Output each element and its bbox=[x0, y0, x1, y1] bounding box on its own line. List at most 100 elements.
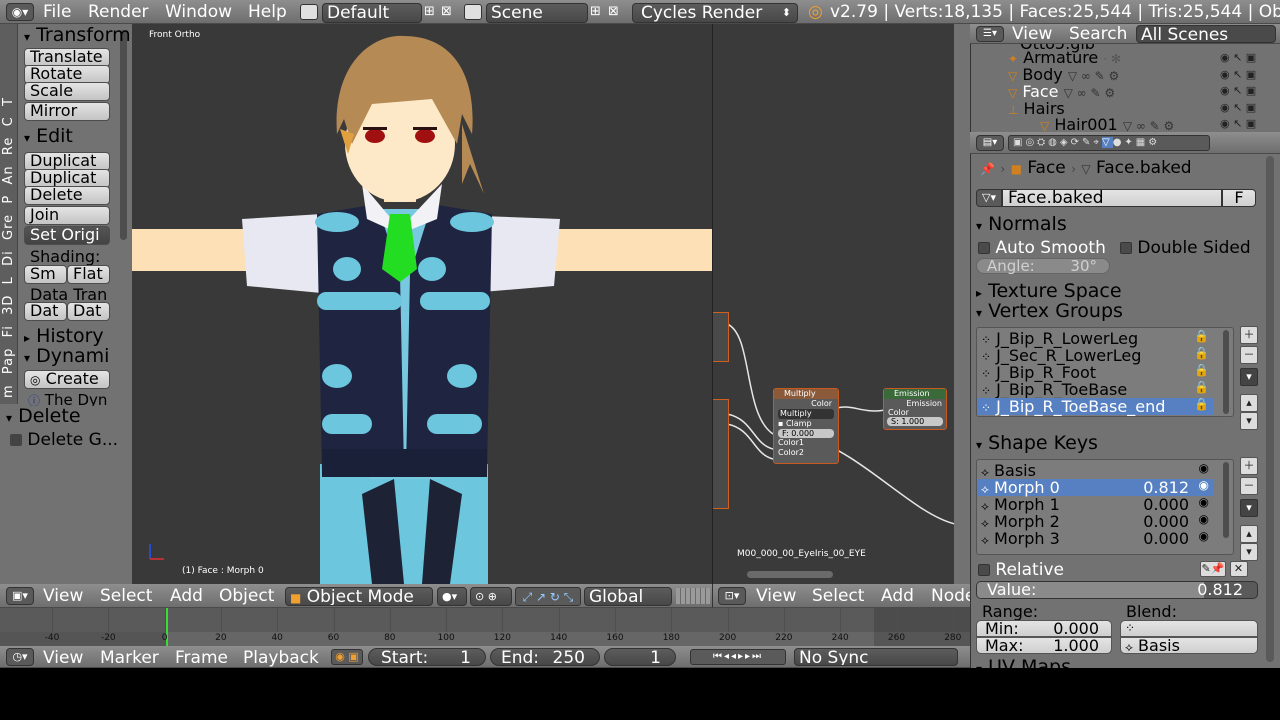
mute-toggle-icon[interactable]: ◉ bbox=[1199, 462, 1209, 474]
relative-checkbox[interactable]: Relative bbox=[978, 560, 1064, 580]
interaction-mode-selector[interactable]: ■ Object Mode bbox=[285, 587, 433, 606]
shade-smooth-button[interactable]: Sm bbox=[24, 265, 67, 284]
menu-file[interactable]: File bbox=[43, 2, 71, 22]
shape-key-item[interactable]: ⟡ Morph 2 0.000 ◉ bbox=[977, 513, 1213, 530]
vertex-group-add-button[interactable]: ＋ bbox=[1240, 326, 1258, 344]
timeline-menu-frame[interactable]: Frame bbox=[175, 648, 228, 668]
auto-smooth-checkbox[interactable]: Auto Smooth bbox=[978, 238, 1106, 258]
lock-icon[interactable]: 🔒 bbox=[1194, 381, 1209, 393]
shape-keys-scrollbar[interactable] bbox=[1223, 462, 1229, 538]
layout-selector[interactable]: Default bbox=[322, 3, 422, 23]
join-button[interactable]: Join bbox=[24, 206, 110, 225]
menu-render[interactable]: Render bbox=[88, 2, 149, 22]
properties-context-tabs[interactable]: ▣◎⛭◍◈⟳✎⌖▽●✦▦⚙ bbox=[1008, 135, 1210, 151]
timeline-scrub-strip[interactable] bbox=[0, 608, 970, 632]
mesh-data-browse-button[interactable]: ▽▾ bbox=[976, 189, 1002, 207]
node-editor-scrollbar[interactable] bbox=[747, 571, 833, 578]
create-dynamic-button[interactable]: ◎ Create bbox=[24, 370, 110, 389]
outliner-menu-search[interactable]: Search bbox=[1069, 24, 1127, 44]
timeline-menu-playback[interactable]: Playback bbox=[243, 648, 319, 668]
tool-shelf-scrollbar[interactable] bbox=[120, 30, 127, 240]
viewport-menu-add[interactable]: Add bbox=[170, 586, 203, 606]
timeline-menu-marker[interactable]: Marker bbox=[100, 648, 159, 668]
playback-controls[interactable]: ⏮◂◂▸▸⏭ bbox=[690, 649, 786, 665]
node-fragment-bottom[interactable] bbox=[713, 399, 729, 509]
vertex-group-item[interactable]: ⁘ J_Bip_R_Foot 🔒 bbox=[977, 364, 1213, 381]
auto-smooth-angle-field[interactable]: Angle: 30° bbox=[976, 258, 1110, 274]
delete-button[interactable]: Delete bbox=[24, 186, 110, 205]
data-layout-button[interactable]: Dat bbox=[67, 302, 110, 321]
mute-toggle-icon[interactable]: ◉ bbox=[1199, 513, 1209, 525]
scene-close-icon[interactable]: ⊠ bbox=[608, 2, 619, 22]
viewport-menu-object[interactable]: Object bbox=[219, 586, 274, 606]
outliner-menu-view[interactable]: View bbox=[1012, 24, 1052, 44]
blend-vertex-group-field[interactable]: ⁘ bbox=[1120, 620, 1258, 637]
transform-orientation-selector[interactable]: Global bbox=[584, 587, 672, 606]
emission-node[interactable]: Emission Emission Color S: 1.000 bbox=[883, 388, 947, 430]
lock-icon[interactable]: 🔒 bbox=[1194, 364, 1209, 376]
shape-key-add-button[interactable]: ＋ bbox=[1240, 457, 1258, 475]
character-model[interactable] bbox=[132, 24, 712, 584]
properties-editor-type-button[interactable]: ▤▾ bbox=[976, 135, 1004, 151]
layout-icon[interactable] bbox=[300, 4, 318, 20]
render-engine-selector[interactable]: Cycles Render ⬍ bbox=[632, 3, 798, 23]
vertex-group-remove-button[interactable]: － bbox=[1240, 346, 1258, 364]
lock-icon[interactable]: 🔒 bbox=[1194, 347, 1209, 359]
manipulator-buttons[interactable]: ⤢ ↗ ↻ ⤡ bbox=[515, 587, 581, 606]
layout-close-icon[interactable]: ⊠ bbox=[441, 2, 452, 22]
outliner-editor-type-button[interactable]: ☰▾ bbox=[976, 26, 1004, 42]
shape-key-specials-button[interactable]: ▾ bbox=[1240, 499, 1258, 517]
scene-icon[interactable] bbox=[464, 4, 482, 20]
node-menu-add[interactable]: Add bbox=[881, 586, 914, 606]
uv-maps-panel-header[interactable]: ▾ UV Maps bbox=[976, 657, 1071, 668]
vertex-group-item[interactable]: ⁘ J_Bip_R_LowerLeg 🔒 bbox=[977, 330, 1213, 347]
node-fragment-top[interactable] bbox=[713, 312, 729, 362]
mesh-data-name-field[interactable]: Face.baked bbox=[1002, 189, 1222, 207]
vertex-group-item-selected[interactable]: ⁘ J_Bip_R_ToeBase_end 🔒 bbox=[977, 398, 1213, 415]
delete-globally-checkbox[interactable]: Delete G... bbox=[10, 430, 118, 450]
pin-icon[interactable]: 📌 bbox=[980, 163, 995, 175]
mirror-button[interactable]: Mirror bbox=[24, 102, 110, 121]
node-menu-node[interactable]: Node bbox=[931, 586, 975, 606]
vertex-groups-list[interactable]: ⁘ J_Bip_R_LowerLeg 🔒 ⁘ J_Sec_R_LowerLeg 🔒 … bbox=[976, 327, 1234, 417]
outliner-item-hair001[interactable]: ▽ Hair001 ▽ ∞ ✎ ⚙ bbox=[1040, 116, 1174, 132]
shape-key-item[interactable]: ⟡ Morph 3 0.000 ◉ bbox=[977, 530, 1213, 547]
normals-panel-header[interactable]: ▾ Normals bbox=[976, 213, 1067, 235]
timeline-menu-view[interactable]: View bbox=[43, 648, 83, 668]
shape-key-move-down-button[interactable]: ▾ bbox=[1240, 543, 1258, 561]
timeline-area[interactable]: -40 -20 0 20 40 60 80 100 120 140 160 180 200 220 240 2… bbox=[0, 608, 970, 646]
multiply-node-clamp[interactable]: ▪ Clamp bbox=[774, 419, 838, 429]
preview-range-toggle[interactable]: ◉ ▣ bbox=[331, 649, 363, 665]
vertex-group-side-buttons[interactable]: ＋ － ▾ ▴ ▾ bbox=[1240, 326, 1258, 430]
layout-add-icon[interactable]: ⊞ bbox=[424, 2, 435, 22]
set-origin-button[interactable]: Set Origi bbox=[24, 226, 110, 245]
range-min-field[interactable]: Min: 0.000 bbox=[976, 620, 1112, 637]
dynamics-panel-header[interactable]: ▾ Dynami bbox=[24, 345, 109, 367]
node-editor-type-button[interactable]: ⊡▾ bbox=[718, 587, 746, 605]
tool-shelf-tab-labels[interactable]: m Pap Fi 3D L Di Gre P An Re C T bbox=[0, 28, 18, 404]
blend-relative-key-field[interactable]: ⟡ Basis bbox=[1120, 637, 1258, 654]
shape-key-value-slider[interactable]: Value: 0.812 bbox=[976, 581, 1258, 599]
info-editor-type-button[interactable]: ◉▾ bbox=[6, 3, 34, 21]
transform-panel-header[interactable]: ▾ Transform bbox=[24, 24, 131, 46]
range-max-field[interactable]: Max: 1.000 bbox=[976, 637, 1112, 654]
mute-toggle-icon[interactable]: ◉ bbox=[1199, 530, 1209, 542]
multiply-node-blend-type[interactable]: Multiply bbox=[778, 409, 834, 419]
shape-key-item-selected[interactable]: ⟡ Morph 0 0.812 ◉ bbox=[977, 479, 1213, 496]
shape-keys-list[interactable]: ⟡ Basis ◉ ⟡ Morph 0 0.812 ◉ ⟡ Morph 1 0.000 ◉… bbox=[976, 459, 1234, 555]
fake-user-button[interactable]: F bbox=[1222, 189, 1256, 207]
shape-key-remove-button[interactable]: － bbox=[1240, 477, 1258, 495]
mute-toggle-icon[interactable]: ◉ bbox=[1199, 496, 1209, 508]
delete-panel-header[interactable]: ▾ Delete bbox=[6, 405, 81, 427]
pivot-point-selector[interactable]: ⊙ ⊕ bbox=[470, 587, 512, 606]
scene-selector[interactable]: Scene bbox=[486, 3, 588, 23]
outliner-visibility-column[interactable]: ◉ ↖ ▣ ◉ ↖ ▣ ◉ ↖ ▣ ◉ ↖ ▣ ◉ ↖ ▣ bbox=[1220, 50, 1260, 132]
end-frame-field[interactable]: End: 250 bbox=[490, 648, 600, 666]
vertex-group-move-down-button[interactable]: ▾ bbox=[1240, 412, 1258, 430]
double-sided-checkbox[interactable]: Double Sided bbox=[1120, 238, 1251, 258]
texture-space-panel-header[interactable]: ▸ Texture Space bbox=[976, 280, 1122, 302]
emission-node-strength[interactable]: S: 1.000 bbox=[887, 417, 943, 426]
lock-icon[interactable]: 🔒 bbox=[1194, 330, 1209, 342]
menu-window[interactable]: Window bbox=[165, 2, 232, 22]
properties-scrollbar[interactable] bbox=[1266, 156, 1274, 662]
